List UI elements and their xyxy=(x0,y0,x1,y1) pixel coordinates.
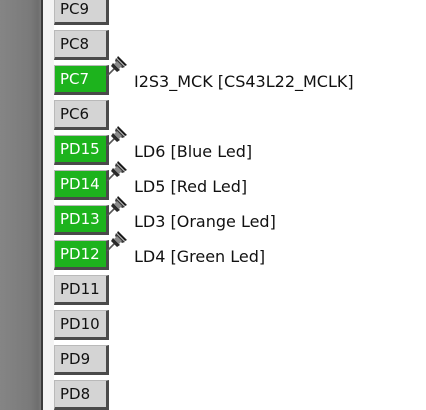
pushpin-icon xyxy=(106,160,128,182)
pushpin-icon xyxy=(106,55,128,77)
pin-pd15[interactable]: PD15 xyxy=(54,135,109,165)
signal-label-pd13: LD3 [Orange Led] xyxy=(134,212,276,231)
pin-pc8[interactable]: PC8 xyxy=(54,30,109,60)
signal-label-pd15: LD6 [Blue Led] xyxy=(134,142,253,161)
pin-pc7[interactable]: PC7 xyxy=(54,65,109,95)
pin-pd13[interactable]: PD13 xyxy=(54,205,109,235)
pin-pc9[interactable]: PC9 xyxy=(54,0,109,25)
pin-pd10[interactable]: PD10 xyxy=(54,310,109,340)
pin-pd14[interactable]: PD14 xyxy=(54,170,109,200)
chip-body-edge xyxy=(0,0,41,410)
pin-strip xyxy=(43,0,54,410)
pin-pd8[interactable]: PD8 xyxy=(54,380,109,410)
signal-label-pd14: LD5 [Red Led] xyxy=(134,177,248,196)
pushpin-icon xyxy=(106,125,128,147)
pin-pd11[interactable]: PD11 xyxy=(54,275,109,305)
pin-pd12[interactable]: PD12 xyxy=(54,240,109,270)
pushpin-icon xyxy=(106,230,128,252)
pin-pc6[interactable]: PC6 xyxy=(54,100,109,130)
signal-label-pd12: LD4 [Green Led] xyxy=(134,247,266,266)
pin-pd9[interactable]: PD9 xyxy=(54,345,109,375)
pushpin-icon xyxy=(106,195,128,217)
signal-label-pc7: I2S3_MCK [CS43L22_MCLK] xyxy=(134,72,354,91)
